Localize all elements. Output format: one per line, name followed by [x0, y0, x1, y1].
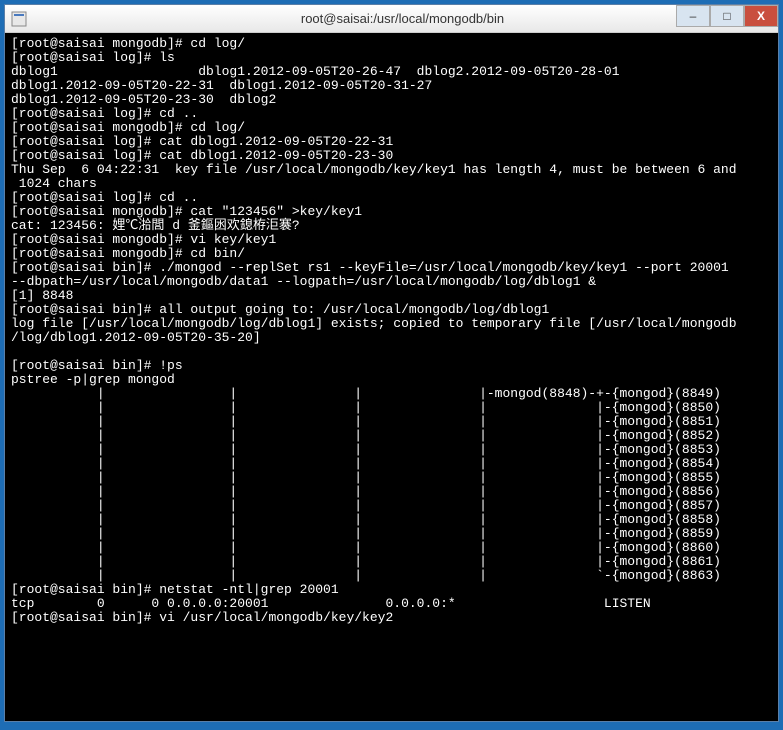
minimize-button[interactable]: – — [676, 5, 710, 27]
terminal-line: | | | |-mongod(8848)-+-{mongod}(8849) — [11, 387, 772, 401]
terminal-line: [root@saisai bin]# netstat -ntl|grep 200… — [11, 583, 772, 597]
terminal-line: /log/dblog1.2012-09-05T20-35-20] — [11, 331, 772, 345]
terminal-line: [root@saisai bin]# all output going to: … — [11, 303, 772, 317]
terminal-window: root@saisai:/usr/local/mongodb/bin – □ X… — [4, 4, 779, 722]
terminal-line: [root@saisai mongodb]# cd log/ — [11, 121, 772, 135]
terminal-line: dblog1.2012-09-05T20-23-30 dblog2 — [11, 93, 772, 107]
terminal-line: [1] 8848 — [11, 289, 772, 303]
app-icon — [11, 11, 27, 27]
terminal-line: [root@saisai mongodb]# cat "123456" >key… — [11, 205, 772, 219]
terminal-line: pstree -p|grep mongod — [11, 373, 772, 387]
terminal-line: | | | | |-{mongod}(8853) — [11, 443, 772, 457]
terminal-line: [root@saisai mongodb]# cd bin/ — [11, 247, 772, 261]
terminal-line: [root@saisai mongodb]# cd log/ — [11, 37, 772, 51]
terminal-line: tcp 0 0 0.0.0.0:20001 0.0.0.0:* LISTEN — [11, 597, 772, 611]
terminal-line: cat: 123456: 娌℃湁閭 d 釜鏂囦欢鎴栫洰褰? — [11, 219, 772, 233]
terminal-line: | | | | |-{mongod}(8859) — [11, 527, 772, 541]
terminal-line: [root@saisai mongodb]# vi key/key1 — [11, 233, 772, 247]
maximize-button[interactable]: □ — [710, 5, 744, 27]
terminal-line: | | | | `-{mongod}(8863) — [11, 569, 772, 583]
window-title: root@saisai:/usr/local/mongodb/bin — [27, 11, 778, 26]
terminal-line: [root@saisai log]# cat dblog1.2012-09-05… — [11, 135, 772, 149]
terminal-line: --dbpath=/usr/local/mongodb/data1 --logp… — [11, 275, 772, 289]
terminal-line: | | | | |-{mongod}(8851) — [11, 415, 772, 429]
terminal-line: [root@saisai bin]# ./mongod --replSet rs… — [11, 261, 772, 275]
terminal-line: | | | | |-{mongod}(8850) — [11, 401, 772, 415]
terminal-line: dblog1 dblog1.2012-09-05T20-26-47 dblog2… — [11, 65, 772, 79]
terminal-line: | | | | |-{mongod}(8852) — [11, 429, 772, 443]
terminal-line: [root@saisai log]# ls — [11, 51, 772, 65]
terminal-line: [root@saisai bin]# vi /usr/local/mongodb… — [11, 611, 772, 625]
terminal-line: 1024 chars — [11, 177, 772, 191]
terminal-body[interactable]: [root@saisai mongodb]# cd log/[root@sais… — [5, 33, 778, 721]
terminal-line: | | | | |-{mongod}(8860) — [11, 541, 772, 555]
window-controls: – □ X — [676, 5, 778, 27]
terminal-line: | | | | |-{mongod}(8856) — [11, 485, 772, 499]
terminal-line: | | | | |-{mongod}(8857) — [11, 499, 772, 513]
terminal-line: [root@saisai log]# cat dblog1.2012-09-05… — [11, 149, 772, 163]
titlebar[interactable]: root@saisai:/usr/local/mongodb/bin – □ X — [5, 5, 778, 33]
terminal-line: [root@saisai log]# cd .. — [11, 107, 772, 121]
terminal-line: | | | | |-{mongod}(8855) — [11, 471, 772, 485]
terminal-line: | | | | |-{mongod}(8858) — [11, 513, 772, 527]
terminal-line: | | | | |-{mongod}(8861) — [11, 555, 772, 569]
terminal-line: Thu Sep 6 04:22:31 key file /usr/local/m… — [11, 163, 772, 177]
terminal-line: [root@saisai log]# cd .. — [11, 191, 772, 205]
terminal-line: dblog1.2012-09-05T20-22-31 dblog1.2012-0… — [11, 79, 772, 93]
terminal-line: log file [/usr/local/mongodb/log/dblog1]… — [11, 317, 772, 331]
close-button[interactable]: X — [744, 5, 778, 27]
terminal-line: [root@saisai bin]# !ps — [11, 359, 772, 373]
terminal-line: | | | | |-{mongod}(8854) — [11, 457, 772, 471]
terminal-line — [11, 345, 772, 359]
